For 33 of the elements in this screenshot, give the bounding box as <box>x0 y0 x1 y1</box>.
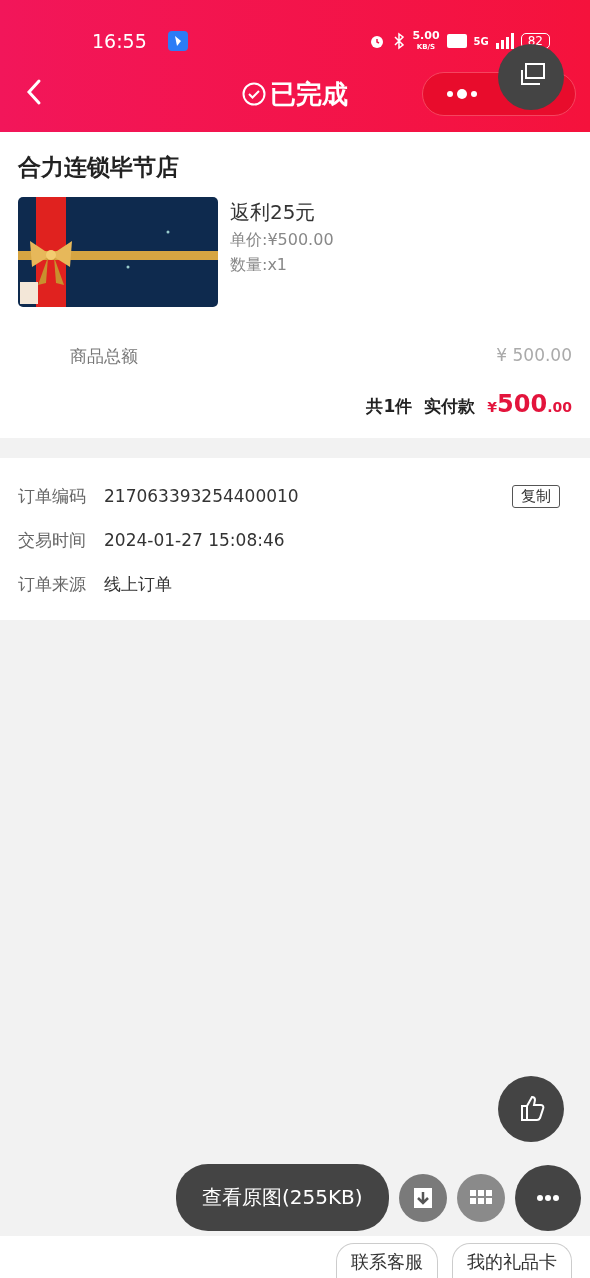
floating-window-button[interactable] <box>498 44 564 110</box>
signal-icon <box>495 33 514 49</box>
bottom-button[interactable]: 我的礼品卡 <box>452 1243 572 1278</box>
bottom-button[interactable]: 联系客服 <box>336 1243 438 1278</box>
check-circle-icon <box>242 82 266 106</box>
bluetooth-icon <box>393 32 406 50</box>
info-label: 交易时间 <box>18 528 87 552</box>
quantity: 数量:x1 <box>230 255 289 276</box>
subtotal-label: 商品总额 <box>70 345 138 368</box>
info-value: 217063393254400010 <box>104 486 300 506</box>
store-name: 合力连锁毕节店 <box>17 153 180 182</box>
more-button[interactable] <box>514 1164 581 1231</box>
info-value: 线上订单 <box>104 572 173 596</box>
thumbs-up-button[interactable] <box>498 1076 564 1142</box>
back-icon[interactable] <box>26 78 42 106</box>
paid-label: 实付款 <box>424 395 476 418</box>
page-title: 已完成 <box>270 77 348 111</box>
unit-price: 单价:¥500.00 <box>230 230 334 251</box>
view-original-button[interactable]: 查看原图(255KB) <box>176 1164 389 1231</box>
paid-amount: ¥500.00 <box>487 390 572 418</box>
network-type: 5G <box>473 35 489 47</box>
info-label: 订单来源 <box>18 572 87 596</box>
download-button[interactable] <box>398 1173 447 1222</box>
more-icon[interactable] <box>445 88 479 100</box>
status-time: 16:55 <box>92 30 147 52</box>
info-value: 2024-01-27 15:08:46 <box>104 530 286 550</box>
info-label: 订单编码 <box>18 484 87 508</box>
app-icon <box>167 31 188 51</box>
grid-button[interactable] <box>456 1173 505 1222</box>
item-count: 共1件 <box>366 395 413 418</box>
subtotal-value: ¥ 500.00 <box>496 345 572 367</box>
product-title: 返利25元 <box>230 199 317 226</box>
copy-button[interactable]: 复制 <box>512 484 560 508</box>
